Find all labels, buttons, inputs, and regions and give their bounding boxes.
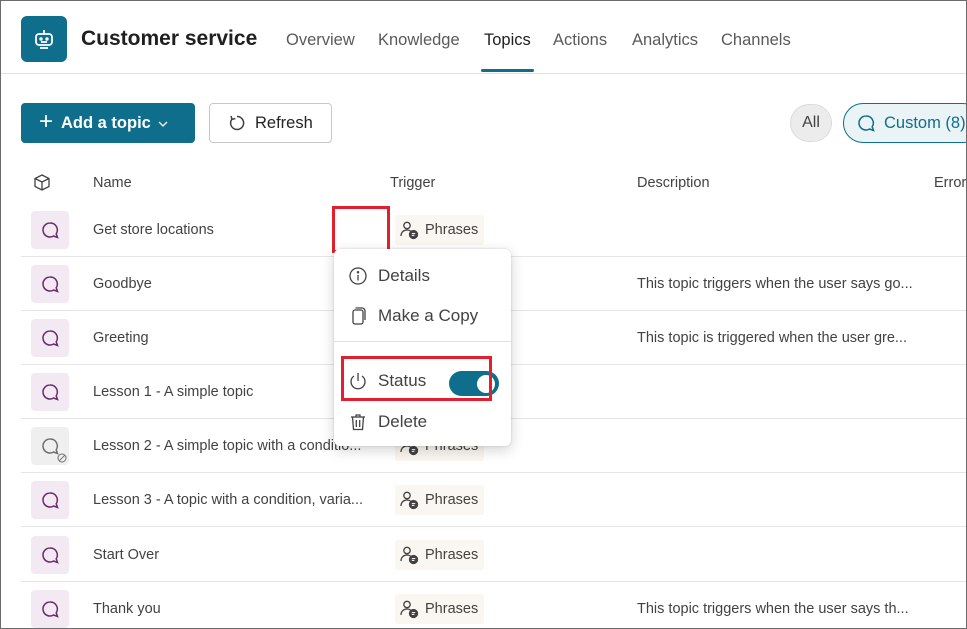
highlight-status-toggle: [341, 356, 492, 401]
chat-bubble-icon: [858, 115, 875, 132]
filter-custom-pill[interactable]: Custom (8): [843, 103, 966, 143]
menu-item-delete[interactable]: Delete: [348, 407, 427, 437]
topic-name[interactable]: Greeting: [93, 330, 149, 346]
phrases-icon: [399, 490, 425, 510]
active-tab-indicator: [481, 69, 534, 72]
topic-name[interactable]: Start Over: [93, 547, 159, 563]
column-header-errors[interactable]: Errors: [934, 175, 966, 191]
trigger-label: Phrases: [425, 547, 479, 563]
topic-icon: [31, 211, 69, 249]
add-topic-button[interactable]: + Add a topic: [21, 103, 195, 143]
refresh-icon: [229, 115, 245, 131]
topic-description: This topic is triggered when the user gr…: [637, 330, 907, 346]
tab-knowledge[interactable]: Knowledge: [378, 31, 460, 50]
table-row[interactable]: Start Over Phrases: [21, 528, 966, 582]
menu-separator: [334, 341, 511, 342]
trash-icon: [351, 414, 365, 431]
topic-name[interactable]: Lesson 3 - A topic with a condition, var…: [93, 492, 363, 508]
trigger-badge: Phrases: [395, 540, 485, 570]
topic-name[interactable]: Thank you: [93, 601, 161, 617]
copy-icon: [352, 307, 366, 325]
app-frame: Customer service Overview Knowledge Topi…: [0, 0, 967, 629]
trigger-badge: Phrases: [395, 594, 485, 624]
menu-item-details[interactable]: Details: [348, 261, 430, 291]
tab-overview[interactable]: Overview: [286, 31, 355, 50]
topic-disabled-icon: [31, 427, 69, 465]
phrases-icon: [399, 220, 425, 240]
column-header-name[interactable]: Name: [93, 175, 132, 191]
phrases-icon: [399, 599, 425, 619]
trigger-label: Phrases: [425, 601, 479, 617]
topic-name[interactable]: Lesson 2 - A simple topic with a conditi…: [93, 438, 361, 454]
menu-copy-label: Make a Copy: [378, 306, 479, 325]
topic-icon: [31, 373, 69, 411]
topic-icon: [31, 536, 69, 574]
refresh-label: Refresh: [255, 113, 313, 132]
topic-icon: [31, 319, 69, 357]
topic-name[interactable]: Lesson 1 - A simple topic: [93, 384, 253, 400]
copilot-agent-icon[interactable]: [21, 16, 67, 62]
topic-name[interactable]: Get store locations: [93, 222, 214, 238]
app-title: Customer service: [81, 27, 258, 50]
topic-icon: [31, 590, 69, 628]
phrases-icon: [399, 545, 425, 565]
filter-all-pill[interactable]: All: [790, 104, 832, 142]
topic-description: This topic triggers when the user says t…: [637, 601, 909, 617]
topic-context-menu: Details Make a Copy Status Delete: [334, 249, 511, 446]
top-bar: Customer service Overview Knowledge Topi…: [1, 1, 966, 74]
refresh-button[interactable]: Refresh: [209, 103, 332, 143]
menu-item-make-copy[interactable]: Make a Copy: [348, 301, 478, 331]
menu-details-label: Details: [378, 266, 430, 285]
plus-icon: +: [39, 108, 54, 135]
info-icon: [349, 267, 367, 285]
tab-topics[interactable]: Topics: [484, 31, 531, 50]
chevron-down-icon: [158, 114, 168, 133]
menu-delete-label: Delete: [378, 412, 428, 431]
table-row[interactable]: Lesson 3 - A topic with a condition, var…: [21, 473, 966, 527]
table-row[interactable]: Thank you Phrases This topic triggers when…: [21, 582, 966, 628]
trigger-label: Phrases: [425, 492, 479, 508]
column-header-description[interactable]: Description: [637, 175, 710, 191]
add-topic-label: Add a topic: [61, 113, 151, 132]
trigger-badge: Phrases: [395, 215, 485, 245]
tab-channels[interactable]: Channels: [721, 31, 791, 50]
tab-analytics[interactable]: Analytics: [632, 31, 698, 50]
select-column-icon: [32, 173, 52, 197]
topic-name[interactable]: Goodbye: [93, 276, 152, 292]
topic-icon: [31, 481, 69, 519]
filter-custom-label: Custom (8): [884, 113, 966, 132]
tab-actions[interactable]: Actions: [553, 31, 607, 50]
trigger-badge: Phrases: [395, 485, 485, 515]
trigger-label: Phrases: [425, 222, 479, 238]
topic-description: This topic triggers when the user says g…: [637, 276, 913, 292]
highlight-more-options: [332, 206, 390, 253]
column-header-trigger[interactable]: Trigger: [390, 175, 435, 191]
topic-icon: [31, 265, 69, 303]
